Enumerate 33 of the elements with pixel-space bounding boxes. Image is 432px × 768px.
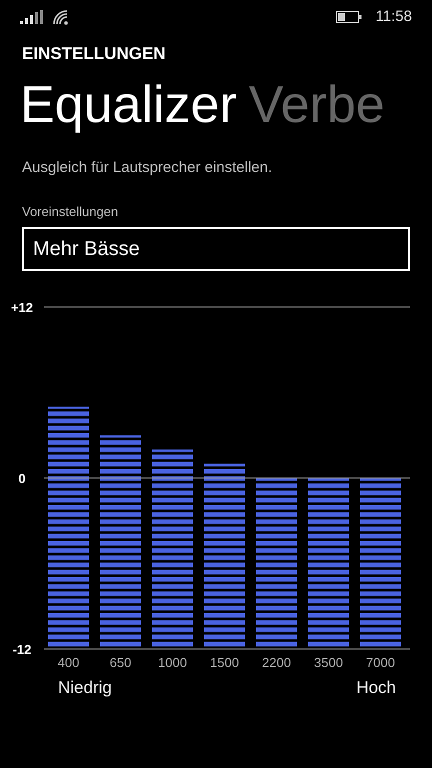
equalizer-bar[interactable] [256, 478, 297, 649]
high-label: Hoch [356, 678, 396, 697]
equalizer-bar[interactable] [308, 478, 349, 649]
frequency-label: 650 [110, 655, 132, 670]
equalizer-bar[interactable] [48, 406, 89, 478]
signal-icon [20, 10, 44, 24]
preset-dropdown[interactable]: Mehr Bässe [22, 227, 410, 271]
equalizer-bar[interactable] [48, 478, 89, 649]
equalizer-bar[interactable] [204, 478, 245, 649]
frequency-label: 1500 [210, 655, 239, 670]
low-label: Niedrig [58, 678, 112, 697]
field-label: Voreinstellungen [22, 202, 120, 221]
description-text: Ausgleich für Lautsprecher einstellen. [22, 158, 274, 178]
battery-icon [336, 11, 362, 23]
equalizer-bar[interactable] [152, 478, 193, 649]
frequency-label: 400 [58, 655, 80, 670]
equalizer-bar[interactable] [100, 435, 141, 478]
frequency-label: 1000 [158, 655, 187, 670]
axis-tick-label: -12 [12, 642, 32, 657]
wifi-icon [52, 9, 68, 25]
equalizer-bar[interactable] [360, 478, 401, 649]
frequency-label: 3500 [314, 655, 343, 670]
equalizer-bar[interactable] [152, 450, 193, 478]
clock-time: 11:58 [376, 6, 412, 27]
axis-tick-label: +12 [10, 300, 34, 315]
equalizer-bar[interactable] [100, 478, 141, 649]
frequency-label: 7000 [366, 655, 395, 670]
pivot-tab[interactable]: Verbe [248, 75, 385, 135]
equalizer-bar[interactable] [204, 464, 245, 478]
page-title: EINSTELLUNGEN [22, 43, 167, 65]
axis-tick-label: 0 [18, 471, 26, 486]
pivot-tab[interactable]: Equalizer [20, 75, 237, 135]
frequency-label: 2200 [262, 655, 291, 670]
